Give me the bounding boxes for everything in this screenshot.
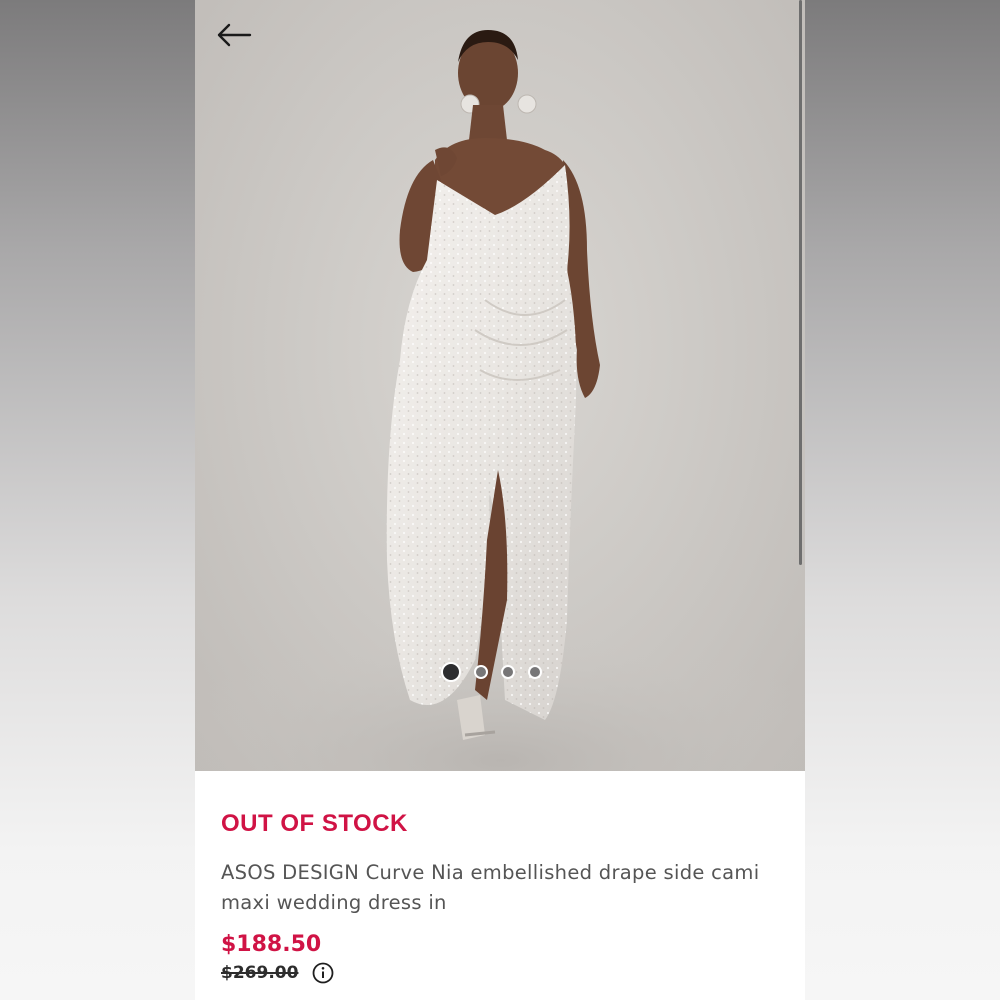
scrollbar[interactable] <box>799 0 802 565</box>
current-price: $188.50 <box>221 932 322 957</box>
back-button[interactable] <box>213 18 255 52</box>
product-title: ASOS DESIGN Curve Nia embellished drape … <box>221 861 760 914</box>
carousel-pagination <box>441 662 542 682</box>
product-page: OUT OF STOCK ASOS DESIGN Curve Nia embel… <box>195 0 805 1000</box>
back-arrow-icon <box>217 23 252 47</box>
info-icon[interactable] <box>312 962 334 984</box>
carousel-dot-3[interactable] <box>501 665 515 679</box>
carousel-dot-1[interactable] <box>441 662 461 682</box>
original-price-row: $269.00 <box>221 962 785 984</box>
product-image-carousel[interactable] <box>195 0 805 771</box>
stock-status: OUT OF STOCK <box>221 810 408 837</box>
product-info: OUT OF STOCK ASOS DESIGN Curve Nia embel… <box>221 810 785 984</box>
product-photo <box>195 30 805 771</box>
carousel-dot-2[interactable] <box>474 665 488 679</box>
carousel-dot-4[interactable] <box>528 665 542 679</box>
original-price: $269.00 <box>221 963 299 983</box>
